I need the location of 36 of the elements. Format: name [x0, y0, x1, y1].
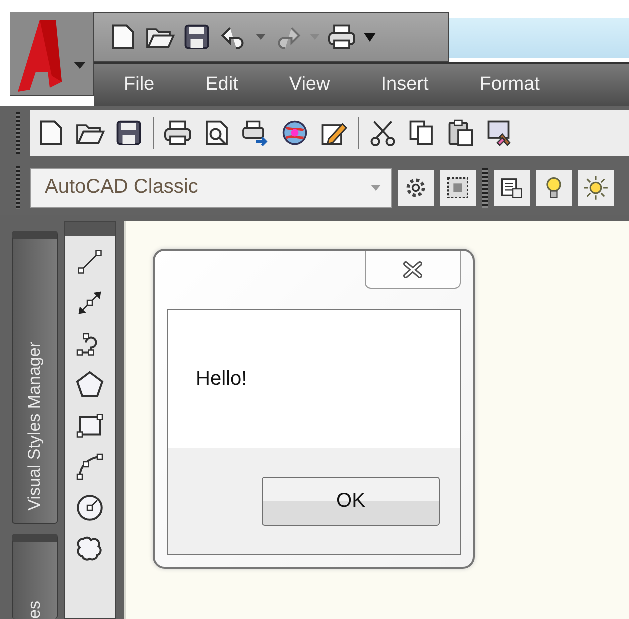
menu-item[interactable]: View — [279, 74, 348, 96]
save-icon[interactable] — [182, 22, 212, 52]
menu-item[interactable]: Edit — [196, 74, 256, 96]
menu-item[interactable]: File — [116, 74, 172, 96]
printer-icon[interactable] — [327, 22, 357, 52]
dialog-message: Hello! — [196, 368, 248, 390]
drawing-canvas[interactable]: Hello! OK — [124, 221, 629, 619]
circle-icon[interactable] — [75, 493, 105, 523]
toolbar-grip[interactable] — [65, 222, 115, 236]
ok-button[interactable]: OK — [262, 476, 440, 526]
workspace-dropdown[interactable]: AutoCAD Classic — [30, 168, 392, 208]
app-logo[interactable] — [10, 12, 94, 96]
pentagon-icon[interactable] — [75, 370, 105, 400]
gear-icon[interactable] — [398, 170, 434, 206]
globe-icon[interactable] — [280, 118, 310, 148]
customize-caret-icon[interactable] — [364, 32, 376, 42]
layers-icon[interactable] — [494, 170, 530, 206]
palette-tab[interactable]: Visual Styles Manager — [12, 231, 58, 524]
frame-icon[interactable] — [440, 170, 476, 206]
clipboard-icon[interactable] — [446, 118, 476, 148]
printer-arrow-icon[interactable] — [241, 118, 271, 148]
menu-item[interactable]: Format — [470, 74, 557, 96]
toolbar-grip[interactable] — [482, 168, 488, 208]
light-bulb-icon[interactable] — [536, 170, 572, 206]
caret-icon[interactable] — [256, 34, 266, 40]
sun-icon[interactable] — [578, 170, 614, 206]
cloud-icon[interactable] — [75, 534, 105, 564]
palette-tab[interactable]: es — [12, 534, 58, 619]
printer-icon[interactable] — [163, 118, 193, 148]
menu-item[interactable]: Insert — [371, 74, 446, 96]
line-icon[interactable] — [75, 247, 105, 277]
close-icon — [401, 260, 425, 278]
close-button[interactable] — [365, 251, 461, 289]
arc-icon[interactable] — [75, 452, 105, 482]
rectangle-icon[interactable] — [75, 411, 105, 441]
save-icon[interactable] — [114, 118, 144, 148]
